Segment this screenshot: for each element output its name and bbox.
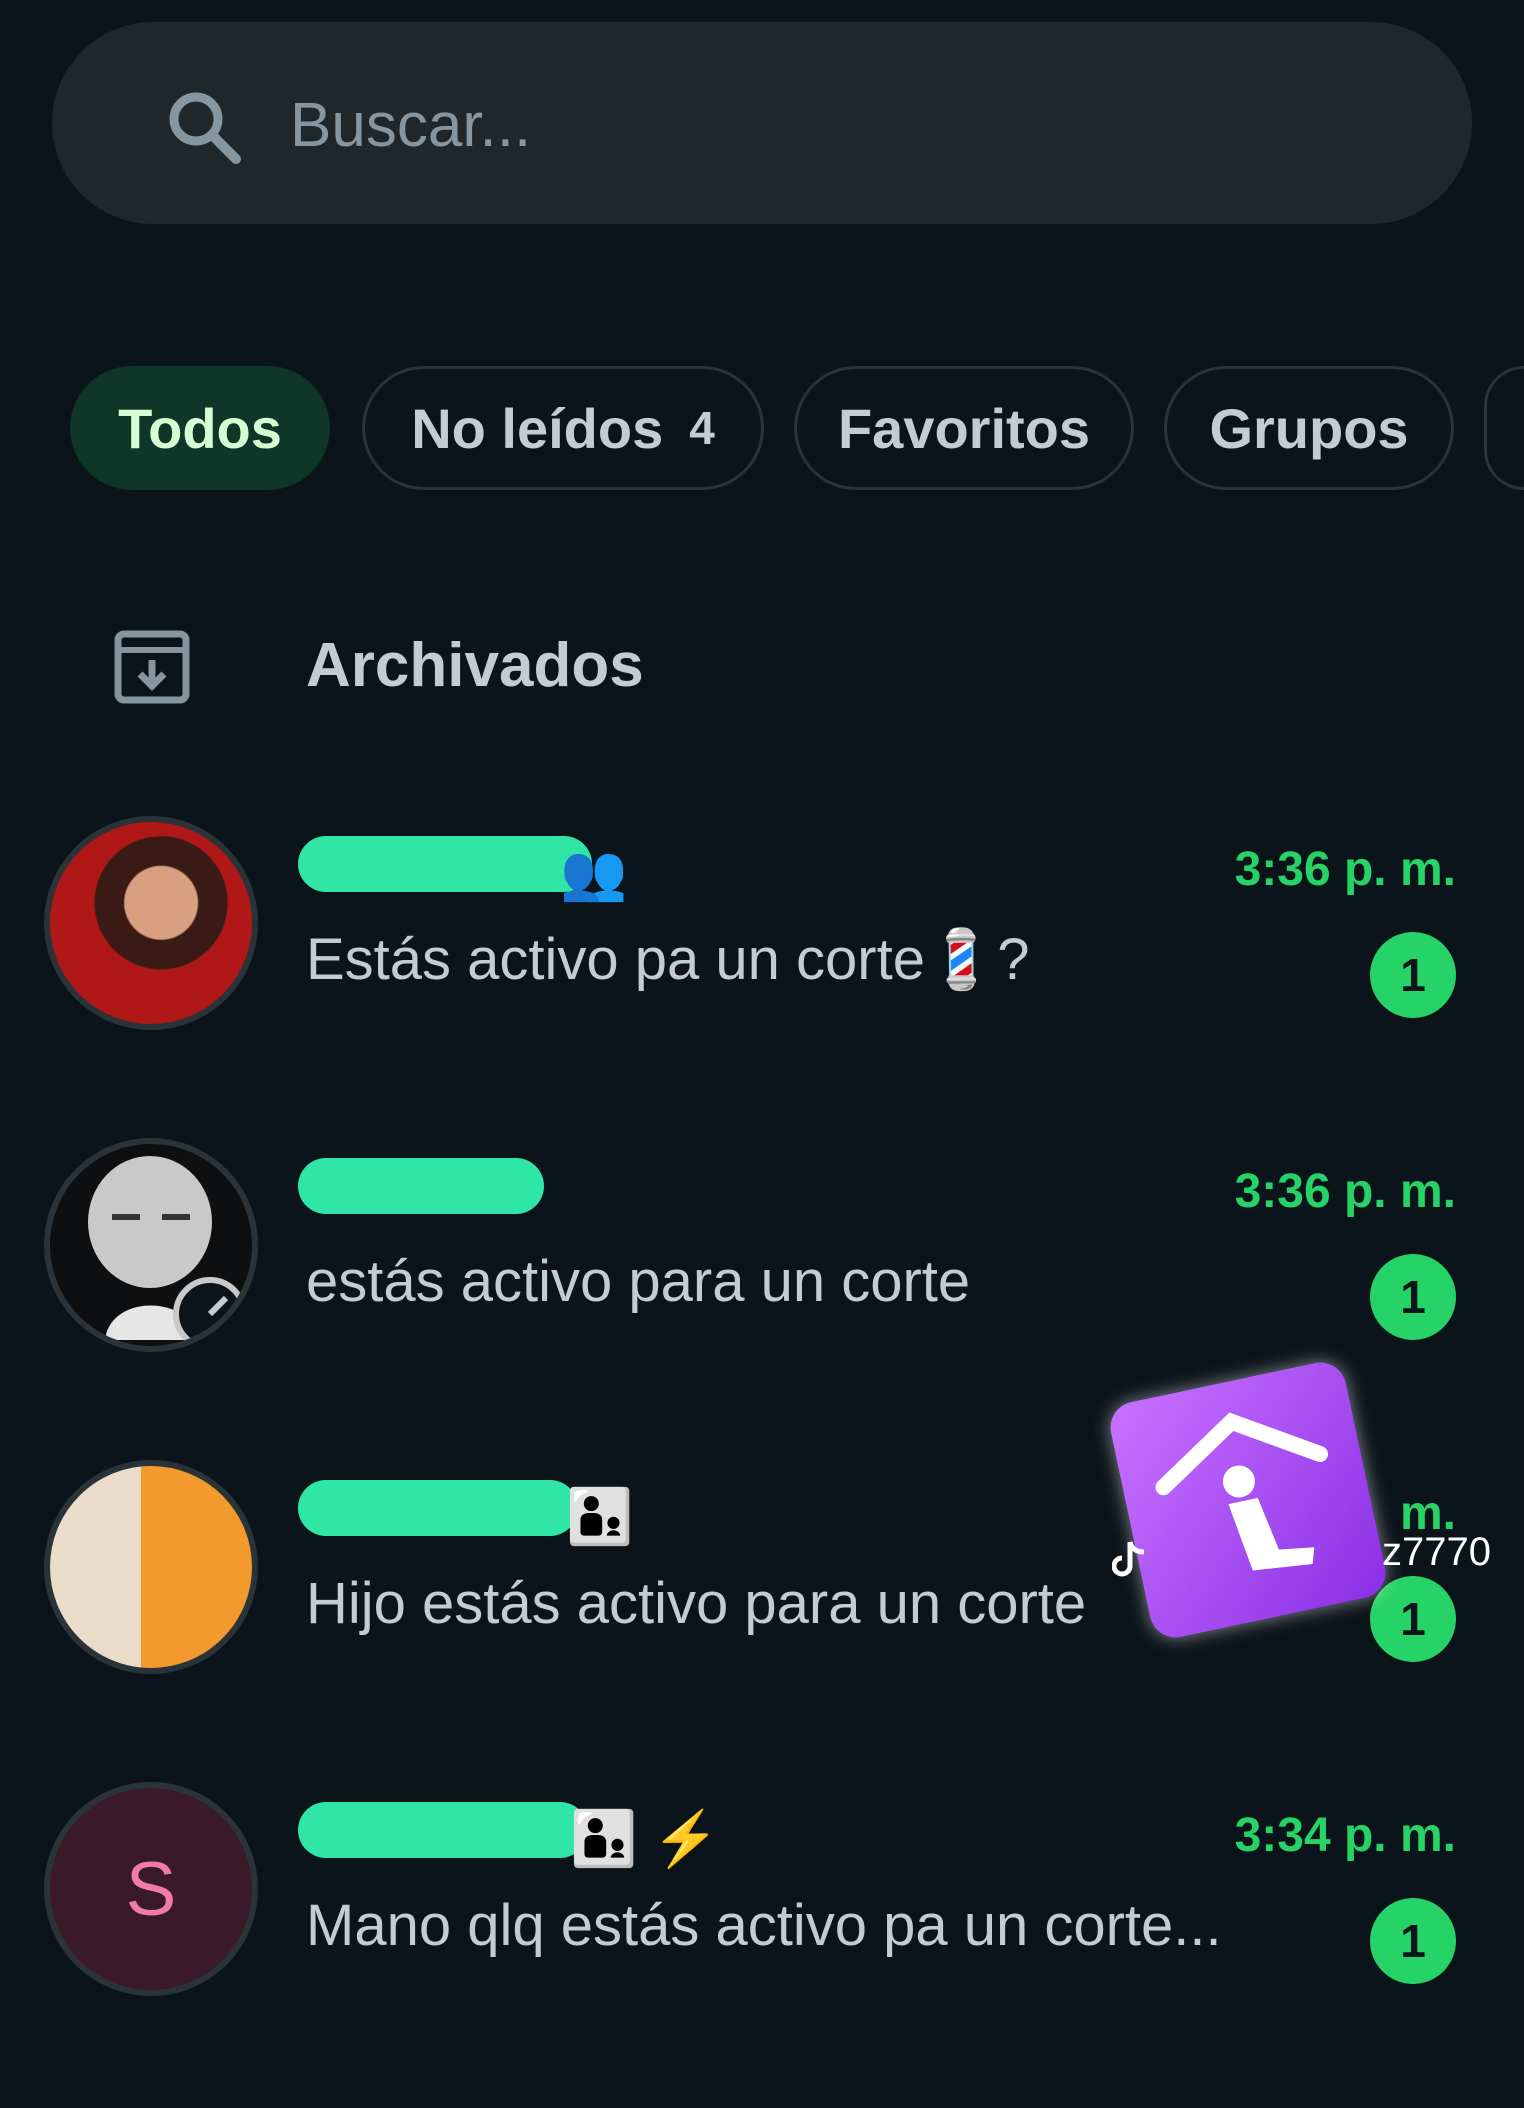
avatar[interactable] — [44, 816, 258, 1030]
avatar[interactable] — [44, 1138, 258, 1352]
redacted-name — [298, 836, 592, 892]
search-placeholder: Buscar... — [290, 91, 532, 160]
filter-chip-unread[interactable]: No leídos 4 — [362, 366, 764, 490]
search-icon — [169, 92, 241, 164]
chat-name-suffix: 👨‍👦 ⚡ — [570, 1809, 720, 1869]
chat-preview: estás activo para un corte — [306, 1249, 971, 1314]
avatar-face-icon — [88, 1156, 247, 1346]
filter-chip-favoritos[interactable]: Favoritos — [794, 366, 1134, 490]
filter-chip-grupos[interactable]: Grupos — [1164, 366, 1454, 490]
archived-label[interactable]: Archivados — [306, 630, 644, 701]
chat-row[interactable]: 👥 3:36 p. m. Estás activo pa un corte💈? … — [0, 816, 1524, 1046]
chat-time: 3:36 p. m. — [1234, 843, 1456, 896]
filter-chip-label: Grupos — [1209, 396, 1409, 460]
unread-badge: 1 — [1370, 1898, 1456, 1984]
unread-badge: 1 — [1370, 1254, 1456, 1340]
avatar-letter: S — [125, 1846, 177, 1932]
watermark-text: z7770 — [1382, 1530, 1491, 1574]
redacted-name — [298, 1158, 544, 1214]
unread-badge: 1 — [1370, 932, 1456, 1018]
search-bar[interactable]: Buscar... — [52, 22, 1472, 224]
chat-preview: Mano qlq estás activo pa un corte... — [306, 1893, 1222, 1958]
filter-chip-more[interactable] — [1484, 366, 1524, 490]
chat-preview: Estás activo pa un corte💈? — [306, 927, 1030, 992]
chat-row[interactable]: S 👨‍👦 ⚡ 3:34 p. m. Mano qlq estás activo… — [0, 1782, 1524, 2012]
filter-chip-label: Favoritos — [837, 396, 1091, 460]
unread-count: 4 — [689, 402, 715, 454]
filter-chip-label: Todos — [118, 396, 282, 460]
redacted-name — [298, 1480, 578, 1536]
redacted-name — [298, 1802, 588, 1858]
filter-chip-todos[interactable]: Todos — [70, 366, 330, 490]
avatar[interactable] — [44, 1460, 258, 1674]
prayer-sticker-icon — [1105, 1357, 1391, 1643]
chat-name-suffix: 👥 — [560, 843, 628, 903]
chat-name-suffix: 👨‍👦 — [566, 1487, 634, 1547]
filter-chip-label: No leídos — [411, 396, 664, 460]
archive-icon[interactable] — [112, 626, 192, 706]
chat-preview: Hijo estás activo para un corte — [306, 1571, 1087, 1636]
chat-time: 3:36 p. m. — [1234, 1165, 1456, 1218]
avatar[interactable]: S — [44, 1782, 258, 1996]
chat-time: 3:34 p. m. — [1234, 1809, 1456, 1862]
tiktok-icon — [1112, 1541, 1145, 1577]
chat-row[interactable]: 3:36 p. m. estás activo para un corte 1 — [0, 1138, 1524, 1368]
